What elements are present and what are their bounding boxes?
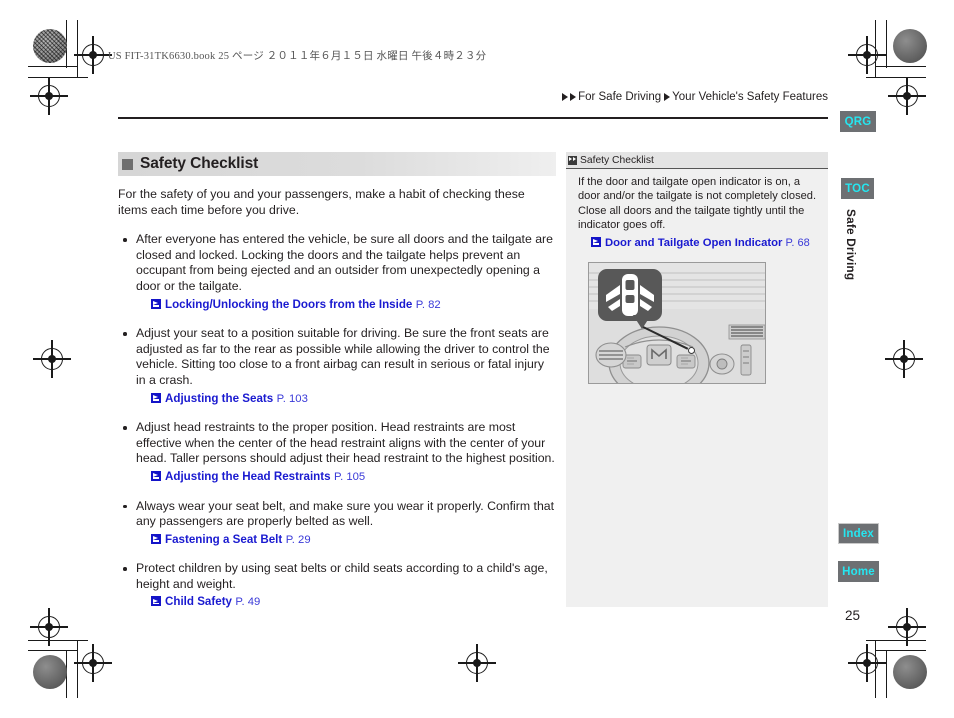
breadcrumb-arrow-icon	[664, 93, 671, 101]
section-header: Safety Checklist	[118, 152, 556, 176]
breadcrumb-level-1: For Safe Driving	[578, 91, 662, 103]
list-item: After everyone has entered the vehicle, …	[118, 232, 556, 313]
list-item: Adjust your seat to a position suitable …	[118, 326, 556, 407]
cross-reference-page: P. 49	[235, 596, 261, 609]
list-item: Adjust head restraints to the proper pos…	[118, 420, 556, 485]
breadcrumb-arrow-icon	[562, 93, 569, 101]
list-item: Protect children by using seat belts or …	[118, 561, 556, 611]
header-divider	[118, 117, 828, 119]
cross-reference-link[interactable]: Fastening a Seat Belt P. 29	[136, 532, 556, 549]
print-file-info: US FIT-31TK6630.book 25 ページ ２０１１年６月１５日 水…	[108, 51, 487, 62]
checklist: After everyone has entered the vehicle, …	[118, 232, 556, 611]
jump-link-icon	[151, 298, 161, 309]
main-content: Safety Checklist For the safety of you a…	[118, 152, 556, 624]
page-number: 25	[845, 608, 861, 623]
sidebar-cross-reference-link[interactable]: Door and Tailgate Open Indicator P. 68	[578, 236, 818, 250]
list-item: Always wear your seat belt, and make sur…	[118, 499, 556, 549]
sidebar-note-panel: Safety Checklist If the door and tailgat…	[566, 152, 828, 607]
cross-reference-link[interactable]: Adjusting the Seats P. 103	[136, 391, 556, 408]
dashboard-illustration	[588, 262, 766, 385]
list-item-text: After everyone has entered the vehicle, …	[136, 232, 553, 293]
cross-reference-page: P. 103	[276, 392, 308, 405]
cross-reference-title: Fastening a Seat Belt	[165, 532, 283, 546]
breadcrumb: For Safe Driving Your Vehicle's Safety Fe…	[562, 91, 828, 103]
double-arrow-icon	[568, 155, 577, 165]
callout-anchor-dot	[688, 347, 695, 355]
callout-tail	[633, 315, 651, 330]
cross-reference-title: Child Safety	[165, 595, 232, 609]
tab-home[interactable]: Home	[838, 561, 879, 582]
jump-link-icon	[151, 533, 161, 544]
chapter-tab-safe-driving[interactable]: Safe Driving	[840, 200, 858, 290]
jump-link-icon	[151, 596, 161, 607]
cross-reference-page: P. 29	[285, 533, 311, 546]
tab-index[interactable]: Index	[838, 523, 879, 544]
sidebar-header: Safety Checklist	[566, 152, 828, 169]
list-item-text: Protect children by using seat belts or …	[136, 561, 548, 591]
sidebar-body-text: If the door and tailgate open indicator …	[578, 176, 817, 232]
jump-link-icon	[151, 392, 161, 403]
cross-reference-page: P. 105	[333, 470, 366, 483]
page-title: Safety Checklist	[140, 155, 259, 172]
cross-reference-link[interactable]: Adjusting the Head Restraints P. 105	[136, 469, 556, 486]
list-item-text: Adjust head restraints to the proper pos…	[136, 420, 555, 466]
cross-reference-page: P. 68	[785, 236, 810, 249]
tab-qrg[interactable]: QRG	[840, 111, 876, 132]
jump-link-icon	[591, 236, 601, 247]
cross-reference-title: Adjusting the Seats	[165, 391, 274, 405]
door-open-indicator-callout	[598, 269, 662, 322]
list-item-text: Adjust your seat to a position suitable …	[136, 326, 550, 387]
sidebar-body: If the door and tailgate open indicator …	[566, 169, 828, 385]
cross-reference-title: Door and Tailgate Open Indicator	[605, 236, 783, 249]
jump-link-icon	[151, 470, 161, 481]
section-intro: For the safety of you and your passenger…	[118, 187, 525, 217]
section-bullet-icon	[122, 158, 133, 170]
cross-reference-link[interactable]: Locking/Unlocking the Doors from the Ins…	[136, 297, 556, 314]
list-item-text: Always wear your seat belt, and make sur…	[136, 498, 555, 529]
door-tailgate-open-indicator-icon	[606, 274, 654, 317]
breadcrumb-arrow-icon	[570, 93, 577, 101]
cross-reference-link[interactable]: Child Safety P. 49	[136, 594, 556, 611]
breadcrumb-level-2: Your Vehicle's Safety Features	[672, 91, 828, 103]
sidebar-header-label: Safety Checklist	[580, 154, 654, 166]
tab-toc[interactable]: TOC	[841, 178, 874, 199]
cross-reference-page: P. 82	[415, 298, 441, 311]
cross-reference-title: Locking/Unlocking the Doors from the Ins…	[165, 297, 413, 311]
cross-reference-title: Adjusting the Head Restraints	[165, 469, 331, 483]
